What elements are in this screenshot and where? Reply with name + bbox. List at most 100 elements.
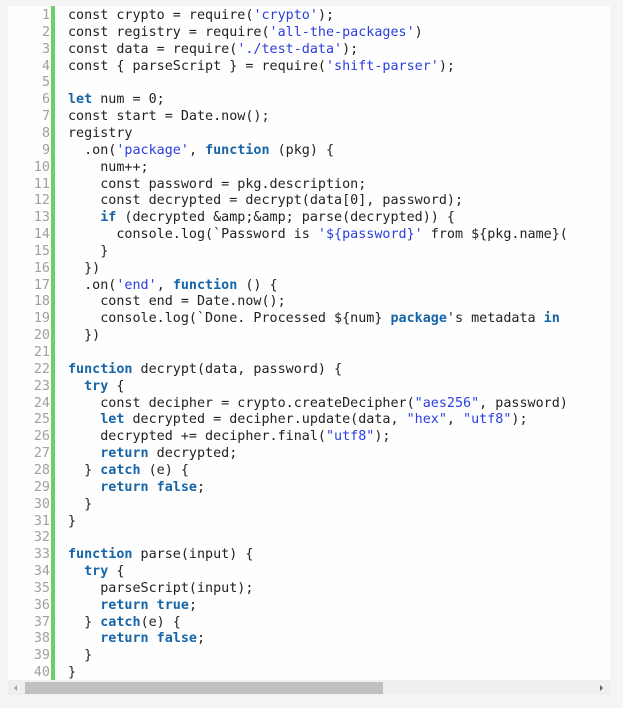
code-line: try { (68, 378, 124, 395)
code-line: } (68, 243, 108, 260)
code-line: } (68, 647, 92, 664)
text-token: ; (188, 597, 197, 613)
text-token: }) (68, 328, 101, 344)
text-token: (decrypted &amp;&amp; parse(decrypted)) … (116, 210, 455, 226)
text-token: } (68, 462, 101, 478)
string-token: 'all-the-packages' (269, 24, 415, 40)
keyword-token: function (172, 277, 238, 293)
line-number: 14 (33, 227, 50, 243)
string-token: 'end' (116, 277, 157, 293)
text-token: decrypted = decipher.update(data, (124, 412, 407, 428)
line-number: 13 (33, 210, 50, 226)
code-line: } (68, 664, 76, 680)
line-number: 27 (33, 446, 50, 462)
text-token: const data = require( (68, 41, 238, 57)
code-line: const registry = require('all-the-packag… (68, 24, 423, 41)
line-number: 37 (33, 614, 50, 630)
text-token: } (68, 243, 109, 259)
line-number: 39 (33, 648, 50, 664)
keyword-token: let (100, 412, 125, 428)
change-marker-bar (51, 6, 55, 680)
text-token: } (68, 614, 101, 630)
text-token: console.log(`Password is (68, 227, 318, 243)
code-line: const password = pkg.description; (68, 176, 366, 193)
code-line: }) (68, 260, 100, 277)
text-token: ); (317, 8, 335, 23)
code-line: decrypted += decipher.final("utf8"); (68, 428, 390, 445)
text-token: , (446, 412, 464, 428)
text-token: , (188, 142, 206, 158)
keyword-token: let (68, 92, 93, 108)
code-line: const decipher = crypto.createDecipher("… (68, 395, 568, 412)
line-number: 40 (33, 665, 50, 681)
code-editor[interactable]: 1 2 3 4 5 6 7 8 9 10 11 12 13 14 15 16 17 18 19 20 21 22 23 24 2… (8, 6, 610, 695)
code-line: } catch(e) { (68, 614, 181, 631)
string-token: '${password}' (317, 227, 423, 243)
line-number: 10 (33, 159, 50, 175)
text-token: registry (68, 125, 133, 141)
code-area[interactable]: const crypto = require('crypto'); const r… (68, 6, 610, 680)
scrollbar-thumb[interactable] (25, 682, 383, 694)
keyword-token: return false (100, 479, 197, 495)
line-number: 29 (33, 479, 50, 495)
text-token: from ${pkg.name}( (422, 227, 568, 243)
text-token: ) (414, 24, 423, 40)
text-token: decrypted; (148, 446, 238, 462)
line-number: 26 (33, 429, 50, 445)
text-token: const decrypted = decrypt(data[0], passw… (68, 193, 464, 209)
line-number: 8 (41, 125, 50, 141)
line-number: 1 (41, 8, 50, 23)
line-number: 3 (41, 41, 50, 57)
keyword-token: try (84, 378, 109, 394)
code-line: return true; (68, 597, 197, 614)
line-number: 28 (33, 462, 50, 478)
arrow-right-icon[interactable] (600, 685, 603, 691)
line-number: 35 (33, 580, 50, 596)
code-line: registry (68, 125, 133, 142)
keyword-token: return true (100, 597, 189, 613)
code-line: console.log(`Done. Processed ${num} pack… (68, 310, 560, 327)
string-token: "aes256" (414, 395, 480, 411)
line-number: 9 (41, 142, 50, 158)
text-token: } (68, 665, 77, 680)
text-token: decrypted += decipher.final( (68, 429, 326, 445)
line-number: 2 (41, 24, 50, 40)
line-number-gutter: 1 2 3 4 5 6 7 8 9 10 11 12 13 14 15 16 17 18 19 20 21 22 23 24 2… (8, 6, 50, 680)
code-line: const decrypted = decrypt(data[0], passw… (68, 192, 463, 209)
line-number: 25 (33, 412, 50, 428)
text-token: decrypt(data, password) { (132, 361, 343, 377)
line-number: 24 (33, 395, 50, 411)
text-token: { (108, 564, 125, 580)
line-number: 30 (33, 496, 50, 512)
code-line: const end = Date.now(); (68, 293, 285, 310)
text-token: const { parseScript } = require( (68, 58, 326, 74)
line-number: 4 (41, 58, 50, 74)
keyword-token: catch (100, 462, 141, 478)
keyword-token: function (68, 361, 133, 377)
horizontal-scrollbar[interactable] (8, 680, 610, 695)
code-line: console.log(`Password is '${password}' f… (68, 226, 568, 243)
code-line: return false; (68, 630, 205, 647)
text-token: ; (197, 479, 206, 495)
keyword-token: catch (100, 614, 141, 630)
text-token: console.log(`Done. Processed ${num} (68, 311, 391, 327)
code-line: }) (68, 327, 100, 344)
keyword-token: function (68, 547, 133, 563)
line-number: 11 (33, 176, 50, 192)
line-number: 16 (33, 260, 50, 276)
line-number: 20 (33, 328, 50, 344)
text-token: num++; (68, 159, 149, 175)
arrow-left-icon[interactable] (14, 685, 17, 691)
string-token: "utf8" (463, 412, 512, 428)
text-token: 's metadata (446, 311, 544, 327)
text-token: } (68, 496, 93, 512)
code-line: let num = 0; (68, 91, 165, 108)
code-line: .on('end', function () { (68, 277, 278, 294)
text-token: parseScript(input); (68, 580, 254, 596)
